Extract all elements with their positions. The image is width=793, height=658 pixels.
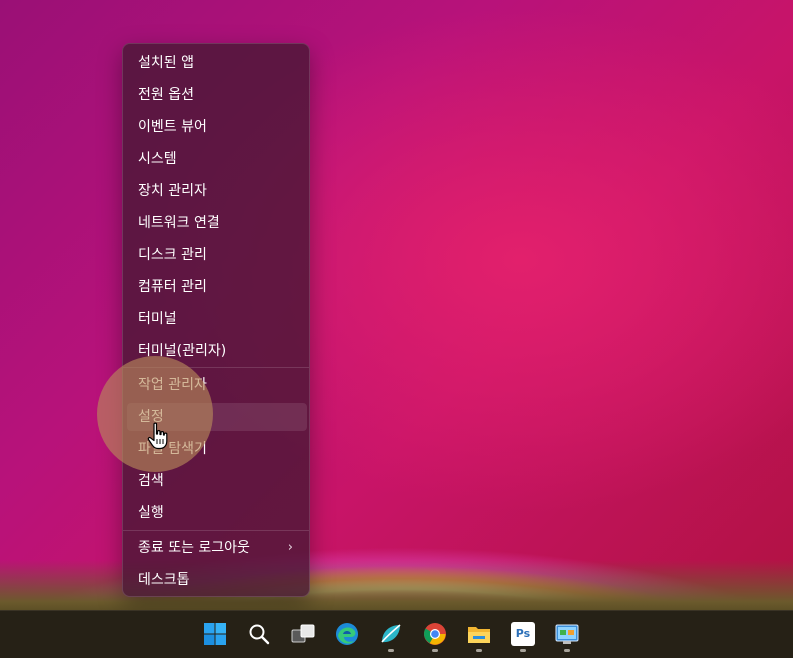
wallpaper-glow [0,560,793,610]
menu-item-disk-management[interactable]: 디스크 관리 [127,241,307,269]
hand-cursor-icon [147,422,168,450]
menu-item-label: 실행 [138,505,164,521]
menu-item-label: 이벤트 뷰어 [138,119,207,135]
menu-separator [123,530,309,531]
menu-item-search[interactable]: 검색 [127,467,307,495]
menu-item-label: 작업 관리자 [138,377,207,393]
menu-item-label: 컴퓨터 관리 [138,279,207,295]
chevron-right-icon: › [287,540,293,555]
menu-item-label: 터미널 [138,311,177,327]
menu-item-network-connections[interactable]: 네트워크 연결 [127,209,307,237]
running-indicator [476,649,482,652]
menu-item-label: 전원 옵션 [138,87,194,103]
photoshop-icon[interactable]: Ps [511,622,535,646]
file-explorer-icon[interactable] [467,622,491,646]
start-icon[interactable] [203,622,227,646]
desktop-wallpaper [0,0,793,610]
menu-item-shutdown-signout[interactable]: 종료 또는 로그아웃 › [127,534,307,562]
edge-icon[interactable] [335,622,359,646]
menu-item-label: 네트워크 연결 [138,215,220,231]
running-indicator [388,649,394,652]
menu-item-task-manager[interactable]: 작업 관리자 [127,371,307,399]
menu-item-installed-apps[interactable]: 설치된 앱 [127,49,307,77]
app-icon[interactable] [379,622,403,646]
menu-item-label: 시스템 [138,151,177,167]
running-indicator [432,649,438,652]
task-view-icon[interactable] [291,622,315,646]
menu-item-run[interactable]: 실행 [127,499,307,527]
menu-item-label: 데스크톱 [138,572,190,588]
menu-separator [123,367,309,368]
start-context-menu: 설치된 앱 전원 옵션 이벤트 뷰어 시스템 장치 관리자 네트워크 연결 디스… [122,43,310,597]
menu-item-terminal[interactable]: 터미널 [127,305,307,333]
menu-item-label: 종료 또는 로그아웃 [138,540,250,556]
menu-item-label: 검색 [138,473,164,489]
menu-item-label: 터미널(관리자) [138,343,227,359]
menu-item-desktop[interactable]: 데스크톱 [127,566,307,594]
running-indicator [564,649,570,652]
photoshop-icon-label: Ps [515,627,531,640]
chrome-icon[interactable] [423,622,447,646]
menu-item-label: 장치 관리자 [138,183,207,199]
menu-item-power-options[interactable]: 전원 옵션 [127,81,307,109]
search-icon[interactable] [247,622,271,646]
control-panel-icon[interactable] [555,622,579,646]
taskbar: Ps [0,610,793,658]
menu-item-device-manager[interactable]: 장치 관리자 [127,177,307,205]
menu-item-computer-management[interactable]: 컴퓨터 관리 [127,273,307,301]
running-indicator [520,649,526,652]
menu-item-event-viewer[interactable]: 이벤트 뷰어 [127,113,307,141]
menu-item-terminal-admin[interactable]: 터미널(관리자) [127,337,307,365]
menu-item-label: 디스크 관리 [138,247,207,263]
menu-item-system[interactable]: 시스템 [127,145,307,173]
menu-item-label: 설치된 앱 [138,55,194,71]
